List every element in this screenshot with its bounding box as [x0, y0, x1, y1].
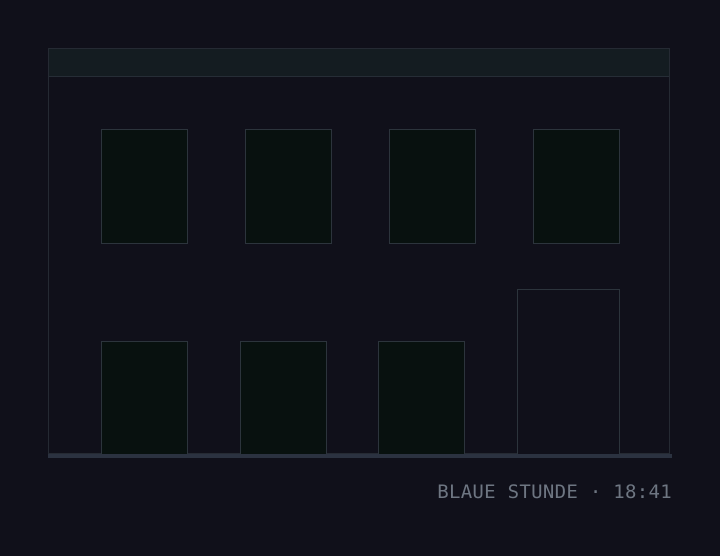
upper-window-3	[389, 129, 476, 244]
roof-cornice	[49, 49, 669, 77]
lower-window-2	[240, 341, 327, 455]
entrance-door	[517, 289, 620, 455]
upper-window-1	[101, 129, 188, 244]
scene: BLAUE STUNDE · 18:41	[0, 0, 720, 556]
building-facade	[48, 48, 670, 455]
ground-line	[48, 454, 672, 458]
upper-window-4	[533, 129, 620, 244]
lower-window-1	[101, 341, 188, 455]
upper-window-2	[245, 129, 332, 244]
lower-window-3	[378, 341, 465, 455]
time-caption: BLAUE STUNDE · 18:41	[437, 481, 672, 503]
